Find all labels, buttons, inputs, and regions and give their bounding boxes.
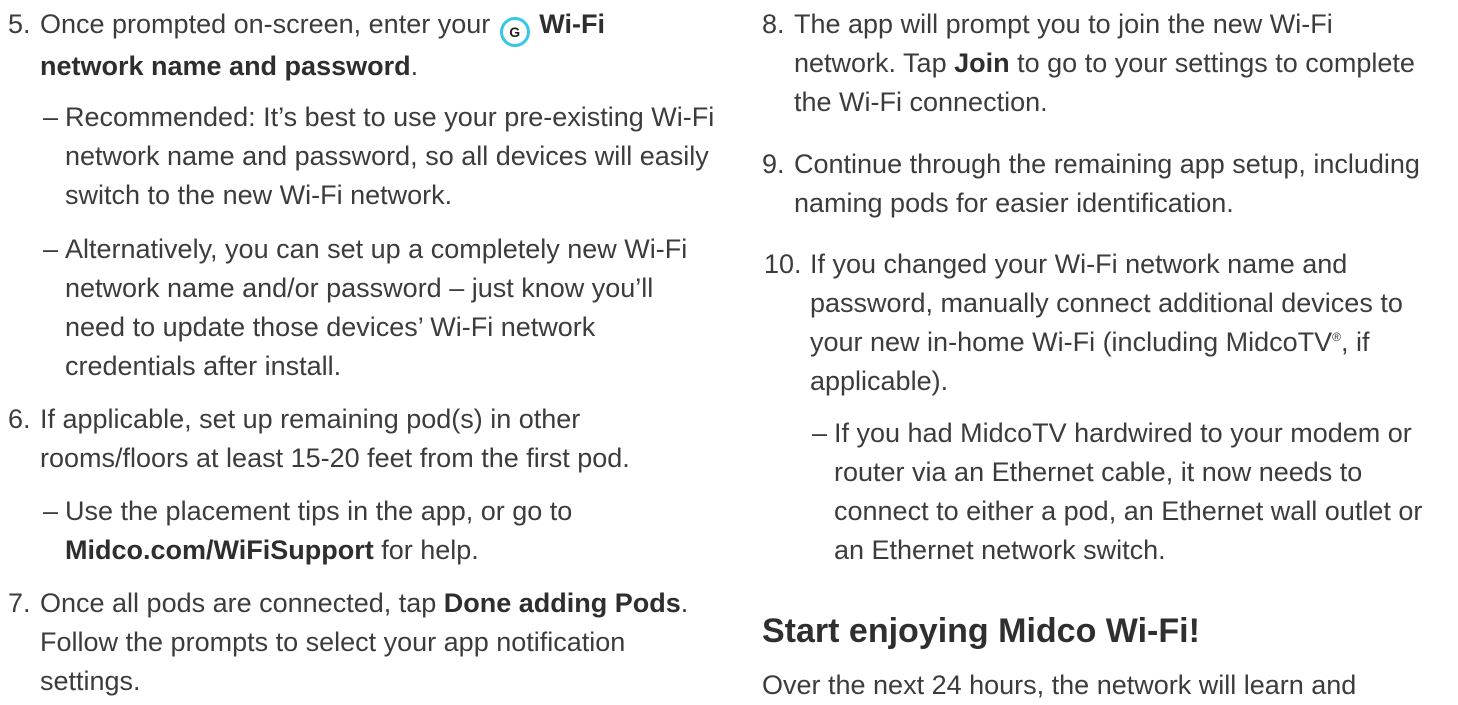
registered-mark: ® bbox=[1332, 330, 1342, 344]
step-bold-done: Done adding Pods bbox=[443, 588, 681, 618]
dash-bullet: – bbox=[812, 418, 828, 448]
step-number: 9. bbox=[762, 149, 785, 179]
step-6-sub: – Use the placement tips in the app, or … bbox=[0, 492, 675, 570]
step-text: If applicable, set up remaining pod(s) i… bbox=[40, 404, 630, 473]
step-bold-network: network name and password bbox=[40, 51, 411, 81]
dash-bullet: – bbox=[43, 102, 59, 132]
closing-paragraph: Over the next 24 hours, the network will… bbox=[762, 670, 1357, 700]
step-text: Once all pods are connected, tap bbox=[40, 588, 437, 618]
step-number: 6. bbox=[8, 404, 31, 434]
step-9: 9. Continue through the remaining app se… bbox=[754, 145, 1458, 223]
step-5-sub-alternatively: – Alternatively, you can set up a comple… bbox=[0, 230, 715, 386]
step-number: 10. bbox=[764, 249, 802, 279]
sub-text: Recommended: It’s best to use your pre-e… bbox=[65, 102, 715, 210]
step-number: 8. bbox=[762, 9, 785, 39]
step-10: 10. If you changed your Wi-Fi network na… bbox=[754, 245, 1450, 401]
sub-text: Use the placement tips in the app, or go… bbox=[65, 496, 573, 526]
step-text: Continue through the remaining app setup… bbox=[794, 149, 1420, 218]
section-heading: Start enjoying Midco Wi-Fi! bbox=[762, 612, 1200, 650]
sub-text: Alternatively, you can set up a complete… bbox=[65, 234, 688, 381]
step-10-sub: – If you had MidcoTV hardwired to your m… bbox=[754, 414, 1454, 570]
dash-bullet: – bbox=[43, 496, 59, 526]
step-5-sub-recommended: – Recommended: It’s best to use your pre… bbox=[0, 98, 715, 215]
step-6: 6. If applicable, set up remaining pod(s… bbox=[0, 400, 710, 478]
step-bold-join: Join bbox=[954, 48, 1010, 78]
step-number: 5. bbox=[8, 9, 31, 39]
dash-bullet: – bbox=[43, 234, 59, 264]
step-text: Once prompted on-screen, enter your bbox=[40, 9, 491, 39]
step-7: 7. Once all pods are connected, tap Done… bbox=[0, 584, 700, 701]
support-link[interactable]: Midco.com/WiFiSupport bbox=[65, 535, 374, 565]
sub-text: If you had MidcoTV hardwired to your mod… bbox=[834, 418, 1423, 565]
step-number: 7. bbox=[8, 588, 31, 618]
step-text: If you changed your Wi-Fi network name a… bbox=[810, 249, 1403, 357]
step-5: 5. Once prompted on-screen, enter your G… bbox=[0, 5, 740, 86]
sub-text-after: for help. bbox=[381, 535, 479, 565]
step-8: 8. The app will prompt you to join the n… bbox=[754, 5, 1434, 122]
step-bold-wifi: Wi-Fi bbox=[539, 9, 605, 39]
g-letter-icon: G bbox=[499, 17, 530, 47]
